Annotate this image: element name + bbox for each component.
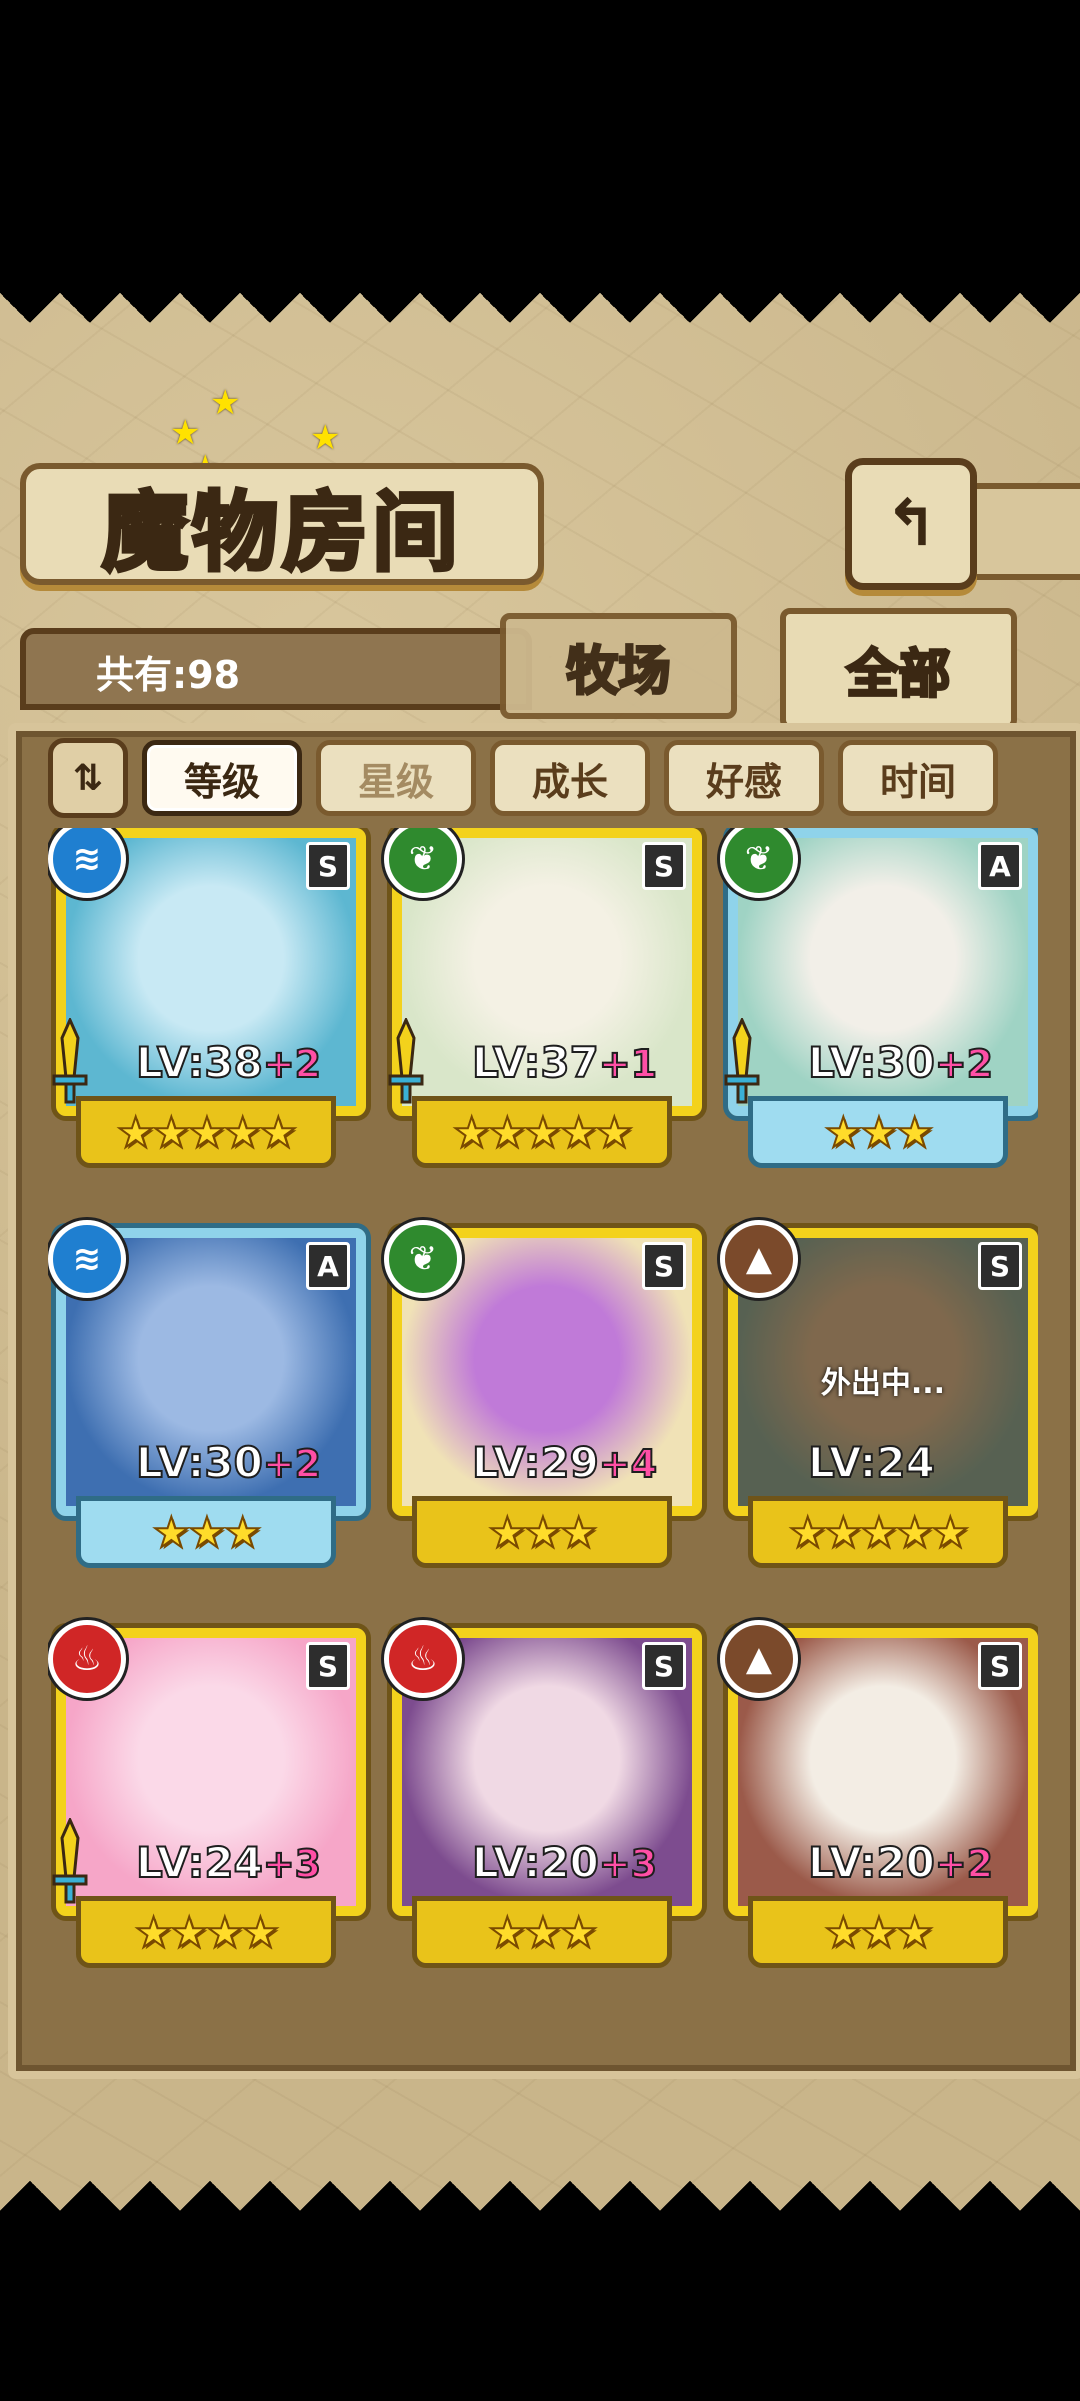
star-rating: ★★★★★: [412, 1096, 672, 1168]
monster-level-bonus: +2: [934, 1041, 994, 1087]
bottom-border: [0, 2151, 1080, 2211]
earth-element-icon: ▲: [720, 1220, 798, 1298]
monster-level: LV:29+4: [471, 1437, 658, 1488]
sort-bar: ⇅ 等级 星级 成长 好感 时间: [48, 738, 998, 818]
rank-badge: S: [978, 1642, 1022, 1690]
star-rating: ★★★: [412, 1496, 672, 1568]
sword-icon: [724, 1018, 760, 1104]
monster-card[interactable]: S LV:37+1 ❦ ★★★★★: [384, 828, 702, 1168]
sword-icon: [52, 1018, 88, 1104]
monster-count: 共有:98: [96, 653, 241, 697]
page-title: 魔物房间: [20, 463, 544, 585]
monster-level-bonus: +4: [598, 1441, 658, 1487]
monster-level: LV:38+2: [135, 1037, 322, 1088]
rank-badge: S: [978, 1242, 1022, 1290]
top-border: [0, 293, 1080, 353]
sort-time-button[interactable]: 时间: [838, 740, 998, 816]
rank-badge: S: [306, 842, 350, 890]
monster-level-bonus: +1: [598, 1041, 658, 1087]
monster-level-bonus: +2: [262, 1441, 322, 1487]
rank-badge: S: [642, 1242, 686, 1290]
monster-card[interactable]: A LV:30+2 ≋ ★★★: [48, 1220, 366, 1568]
rank-badge: A: [306, 1242, 350, 1290]
star-rating: ★★★: [412, 1896, 672, 1968]
star-rating: ★★★★★: [76, 1096, 336, 1168]
monster-level: LV:30+2: [135, 1437, 322, 1488]
back-button[interactable]: ↰: [845, 458, 977, 590]
tab-all[interactable]: 全部: [780, 608, 1017, 730]
sort-affection-button[interactable]: 好感: [664, 740, 824, 816]
monster-card[interactable]: A LV:30+2 ❦ ★★★: [720, 828, 1038, 1168]
monster-status: 外出中...: [820, 1366, 946, 1401]
rank-badge: S: [306, 1642, 350, 1690]
monster-card[interactable]: 外出中... S LV:24 ▲ ★★★★★: [720, 1220, 1038, 1568]
monster-level: LV:20+2: [807, 1837, 994, 1888]
star-rating: ★★★: [748, 1096, 1008, 1168]
sort-star-button[interactable]: 星级: [316, 740, 476, 816]
earth-element-icon: ▲: [720, 1620, 798, 1698]
sword-icon: [52, 1818, 88, 1904]
back-icon: ↰: [884, 487, 938, 561]
monster-card[interactable]: S LV:20+2 ▲ ★★★: [720, 1620, 1038, 1968]
star-rating: ★★★: [748, 1896, 1008, 1968]
star-rating: ★★★★★: [748, 1496, 1008, 1568]
monster-card[interactable]: S LV:20+3 ♨ ★★★: [384, 1620, 702, 1968]
sword-icon: [388, 1018, 424, 1104]
monster-level-bonus: +3: [262, 1841, 322, 1887]
monster-grid: S LV:38+2 ≋ ★★★★★ S LV:37+1 ❦ ★★★★★ A LV…: [48, 828, 1038, 2008]
monster-level: LV:24: [807, 1437, 936, 1488]
tab-ranch[interactable]: 牧场: [500, 613, 737, 719]
rank-badge: S: [642, 1642, 686, 1690]
star-rating: ★★★: [76, 1496, 336, 1568]
sort-order-icon: ⇅: [72, 757, 104, 799]
sort-order-toggle[interactable]: ⇅: [48, 738, 128, 818]
monster-level-bonus: +3: [598, 1841, 658, 1887]
monster-level: LV:24+3: [135, 1837, 322, 1888]
rank-badge: A: [978, 842, 1022, 890]
monster-level-bonus: +2: [934, 1841, 994, 1887]
monster-level-bonus: +2: [262, 1041, 322, 1087]
fire-element-icon: ♨: [384, 1620, 462, 1698]
rank-badge: S: [642, 842, 686, 890]
star-rating: ★★★★: [76, 1896, 336, 1968]
monster-card[interactable]: S LV:29+4 ❦ ★★★: [384, 1220, 702, 1568]
game-screen: ★★ ★★ 魔物房间 ↰ 共有:98 牧场 全部 ⇅ 等级 星级 成长 好感 时…: [0, 293, 1080, 2211]
fire-element-icon: ♨: [48, 1620, 126, 1698]
monster-card[interactable]: S LV:38+2 ≋ ★★★★★: [48, 828, 366, 1168]
leaf-element-icon: ❦: [384, 1220, 462, 1298]
monster-level: LV:37+1: [471, 1037, 658, 1088]
sort-growth-button[interactable]: 成长: [490, 740, 650, 816]
monster-level: LV:20+3: [471, 1837, 658, 1888]
monster-card[interactable]: S LV:24+3 ♨ ★★★★: [48, 1620, 366, 1968]
monster-level: LV:30+2: [807, 1037, 994, 1088]
sort-level-button[interactable]: 等级: [142, 740, 302, 816]
water-element-icon: ≋: [48, 1220, 126, 1298]
monster-count-bar: 共有:98: [20, 628, 532, 710]
